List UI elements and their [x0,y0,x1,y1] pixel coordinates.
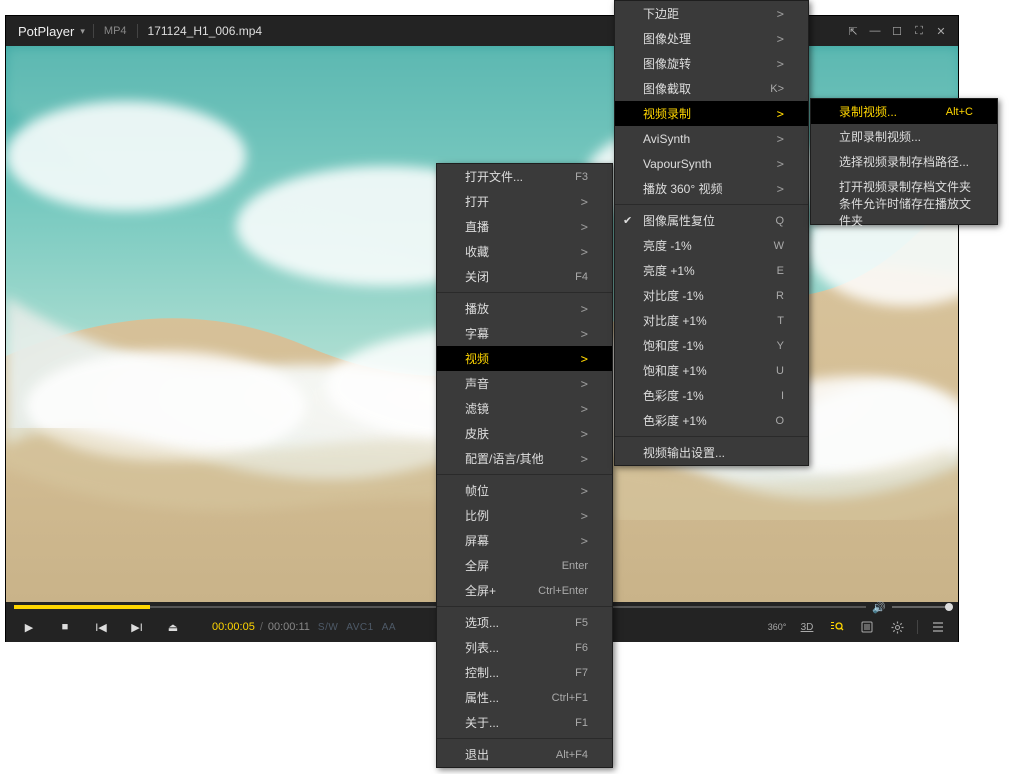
menu-separator [437,606,612,607]
menu-image-processing[interactable]: 图像处理> [615,26,808,51]
menu-saturation-down[interactable]: 饱和度 -1%Y [615,333,808,358]
titlebar: PotPlayer ▾ MP4 171124_H1_006.mp4 ⇱ — ☐ … [6,16,958,46]
app-menu-button[interactable]: PotPlayer ▾ [6,24,93,39]
play-button[interactable]: ▶ [12,616,46,638]
window-buttons: ⇱ — ☐ ⛶ ✕ [842,20,958,42]
codec-video: AVC1 [346,622,373,633]
menu-separator [437,292,612,293]
menu-fullscreen-plus[interactable]: 全屏+Ctrl+Enter [437,578,612,603]
menu-frame[interactable]: 帧位> [437,478,612,503]
menu-image-rotate[interactable]: 图像旋转> [615,51,808,76]
time-total: 00:00:11 [268,621,310,633]
menu-avisynth[interactable]: AviSynth> [615,126,808,151]
menu-list[interactable]: 列表...F6 [437,635,612,660]
chevron-down-icon: ▾ [80,26,85,37]
right-controls: 360° 3D [763,616,952,638]
search-icon [830,620,844,634]
menu-allow-save[interactable]: 条件允许时储存在播放文件夹 [811,199,997,224]
progress-fill [14,605,150,609]
menu-properties[interactable]: 属性...Ctrl+F1 [437,685,612,710]
check-icon: ✔ [623,214,632,227]
codec-audio: AA [382,622,396,633]
volume-icon[interactable]: 🔊 [872,601,886,614]
menu-bottom-margin[interactable]: 下边距> [615,1,808,26]
menu-config[interactable]: 配置/语言/其他> [437,446,612,471]
menu-options[interactable]: 选项...F5 [437,610,612,635]
stop-button[interactable]: ■ [48,616,82,638]
context-menu-main: 打开文件...F3 打开> 直播> 收藏> 关闭F4 播放> 字幕> 视频> 声… [436,163,613,768]
menu-favorites[interactable]: 收藏> [437,239,612,264]
menu-play[interactable]: 播放> [437,296,612,321]
hamburger-icon [932,622,944,632]
menu-vapoursynth[interactable]: VapourSynth> [615,151,808,176]
volume-knob[interactable] [945,603,953,611]
playlist-icon [861,621,873,633]
menu-audio[interactable]: 声音> [437,371,612,396]
settings-button[interactable] [883,616,911,638]
menu-video[interactable]: 视频> [437,346,612,371]
menu-button[interactable] [924,616,952,638]
menu-open-file[interactable]: 打开文件...F3 [437,164,612,189]
filetype-label: MP4 [94,25,137,37]
time-current: 00:00:05 [212,621,255,633]
context-menu-record: 录制视频...Alt+C 立即录制视频... 选择视频录制存档路径... 打开视… [810,98,998,225]
app-name-label: PotPlayer [18,24,74,39]
menu-record-video[interactable]: 录制视频...Alt+C [811,99,997,124]
minimize-icon[interactable]: — [864,20,886,42]
360-button[interactable]: 360° [763,616,791,638]
menu-play360[interactable]: 播放 360° 视频> [615,176,808,201]
menu-close[interactable]: 关闭F4 [437,264,612,289]
filename-label: 171124_H1_006.mp4 [138,24,273,38]
search-button[interactable] [823,616,851,638]
menu-ratio[interactable]: 比例> [437,503,612,528]
menu-hue-up[interactable]: 色彩度 +1%O [615,408,808,433]
close-icon[interactable]: ✕ [930,20,952,42]
menu-reset-image[interactable]: ✔图像属性复位Q [615,208,808,233]
menu-control[interactable]: 控制...F7 [437,660,612,685]
divider [917,620,918,634]
menu-exit[interactable]: 退出Alt+F4 [437,742,612,767]
menu-video-record[interactable]: 视频录制> [615,101,808,126]
menu-saturation-up[interactable]: 饱和度 +1%U [615,358,808,383]
menu-live[interactable]: 直播> [437,214,612,239]
menu-screen[interactable]: 屏幕> [437,528,612,553]
time-separator: / [260,621,263,633]
menu-brightness-down[interactable]: 亮度 -1%W [615,233,808,258]
codec-sw: S/W [318,622,338,633]
menu-separator [437,738,612,739]
menu-contrast-down[interactable]: 对比度 -1%R [615,283,808,308]
prev-button[interactable]: I◀ [84,616,118,638]
menu-separator [437,474,612,475]
menu-fullscreen[interactable]: 全屏Enter [437,553,612,578]
menu-skin[interactable]: 皮肤> [437,421,612,446]
next-button[interactable]: ▶I [120,616,154,638]
menu-record-now[interactable]: 立即录制视频... [811,124,997,149]
menu-about[interactable]: 关于...F1 [437,710,612,735]
menu-filter[interactable]: 滤镜> [437,396,612,421]
menu-contrast-up[interactable]: 对比度 +1%T [615,308,808,333]
menu-subtitle[interactable]: 字幕> [437,321,612,346]
3d-button[interactable]: 3D [793,616,821,638]
fullscreen-icon[interactable]: ⛶ [908,20,930,42]
gear-icon [891,621,904,634]
eject-button[interactable]: ⏏ [156,616,190,638]
menu-open[interactable]: 打开> [437,189,612,214]
menu-separator [615,204,808,205]
volume-area: 🔊 [872,601,950,614]
menu-hue-down[interactable]: 色彩度 -1%I [615,383,808,408]
playlist-button[interactable] [853,616,881,638]
menu-image-capture[interactable]: 图像截取K> [615,76,808,101]
menu-brightness-up[interactable]: 亮度 +1%E [615,258,808,283]
menu-video-output[interactable]: 视频输出设置... [615,440,808,465]
context-menu-video: 下边距> 图像处理> 图像旋转> 图像截取K> 视频录制> AviSynth> … [614,0,809,466]
menu-choose-path[interactable]: 选择视频录制存档路径... [811,149,997,174]
maximize-icon[interactable]: ☐ [886,20,908,42]
volume-track[interactable] [892,606,950,608]
menu-separator [615,436,808,437]
pin-icon[interactable]: ⇱ [842,20,864,42]
